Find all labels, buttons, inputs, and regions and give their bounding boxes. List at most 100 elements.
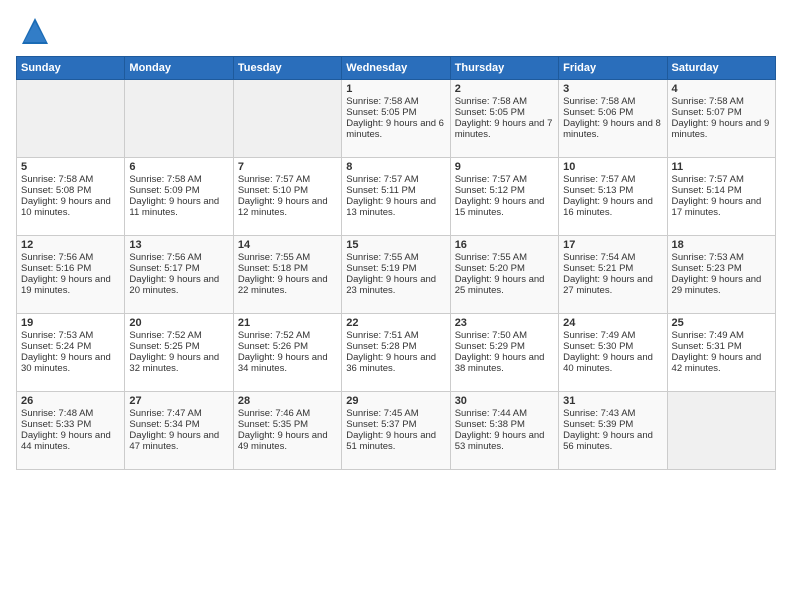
calendar-cell: 30Sunrise: 7:44 AMSunset: 5:38 PMDayligh…: [450, 392, 558, 470]
calendar-cell: 9Sunrise: 7:57 AMSunset: 5:12 PMDaylight…: [450, 158, 558, 236]
calendar-cell: 13Sunrise: 7:56 AMSunset: 5:17 PMDayligh…: [125, 236, 233, 314]
day-header-thursday: Thursday: [450, 57, 558, 80]
day-number: 1: [346, 83, 445, 95]
day-info-line: Sunrise: 7:51 AM: [346, 330, 445, 341]
day-info-line: Sunrise: 7:57 AM: [238, 174, 337, 185]
day-info-line: Sunset: 5:09 PM: [129, 185, 228, 196]
day-info-line: Sunrise: 7:58 AM: [455, 96, 554, 107]
day-info-line: Sunset: 5:18 PM: [238, 263, 337, 274]
calendar-cell: 11Sunrise: 7:57 AMSunset: 5:14 PMDayligh…: [667, 158, 775, 236]
day-info-line: Sunset: 5:25 PM: [129, 341, 228, 352]
calendar-cell: 8Sunrise: 7:57 AMSunset: 5:11 PMDaylight…: [342, 158, 450, 236]
day-info-line: Sunrise: 7:53 AM: [21, 330, 120, 341]
day-info-line: Daylight: 9 hours and 12 minutes.: [238, 196, 337, 218]
day-number: 20: [129, 317, 228, 329]
calendar-cell: 28Sunrise: 7:46 AMSunset: 5:35 PMDayligh…: [233, 392, 341, 470]
day-info-line: Sunrise: 7:58 AM: [129, 174, 228, 185]
day-info-line: Sunset: 5:19 PM: [346, 263, 445, 274]
day-info-line: Sunset: 5:11 PM: [346, 185, 445, 196]
calendar-cell: 15Sunrise: 7:55 AMSunset: 5:19 PMDayligh…: [342, 236, 450, 314]
day-info-line: Daylight: 9 hours and 44 minutes.: [21, 430, 120, 452]
calendar-week-5: 26Sunrise: 7:48 AMSunset: 5:33 PMDayligh…: [17, 392, 776, 470]
calendar-cell: 3Sunrise: 7:58 AMSunset: 5:06 PMDaylight…: [559, 80, 667, 158]
calendar-cell: 16Sunrise: 7:55 AMSunset: 5:20 PMDayligh…: [450, 236, 558, 314]
calendar-cell: 21Sunrise: 7:52 AMSunset: 5:26 PMDayligh…: [233, 314, 341, 392]
day-info-line: Daylight: 9 hours and 36 minutes.: [346, 352, 445, 374]
day-number: 15: [346, 239, 445, 251]
calendar-cell: 22Sunrise: 7:51 AMSunset: 5:28 PMDayligh…: [342, 314, 450, 392]
day-info-line: Sunrise: 7:50 AM: [455, 330, 554, 341]
day-number: 6: [129, 161, 228, 173]
day-number: 25: [672, 317, 771, 329]
calendar-cell: 14Sunrise: 7:55 AMSunset: 5:18 PMDayligh…: [233, 236, 341, 314]
day-info-line: Sunset: 5:28 PM: [346, 341, 445, 352]
day-info-line: Sunset: 5:24 PM: [21, 341, 120, 352]
day-info-line: Sunrise: 7:57 AM: [672, 174, 771, 185]
header: [16, 16, 776, 46]
day-number: 9: [455, 161, 554, 173]
day-info-line: Daylight: 9 hours and 17 minutes.: [672, 196, 771, 218]
day-info-line: Sunset: 5:29 PM: [455, 341, 554, 352]
day-info-line: Sunset: 5:13 PM: [563, 185, 662, 196]
calendar-cell: 18Sunrise: 7:53 AMSunset: 5:23 PMDayligh…: [667, 236, 775, 314]
day-number: 12: [21, 239, 120, 251]
day-info-line: Daylight: 9 hours and 6 minutes.: [346, 118, 445, 140]
day-info-line: Sunset: 5:05 PM: [346, 107, 445, 118]
day-number: 29: [346, 395, 445, 407]
day-info-line: Daylight: 9 hours and 27 minutes.: [563, 274, 662, 296]
calendar-cell: 25Sunrise: 7:49 AMSunset: 5:31 PMDayligh…: [667, 314, 775, 392]
calendar-cell: 1Sunrise: 7:58 AMSunset: 5:05 PMDaylight…: [342, 80, 450, 158]
day-info-line: Sunset: 5:07 PM: [672, 107, 771, 118]
day-number: 18: [672, 239, 771, 251]
day-info-line: Daylight: 9 hours and 30 minutes.: [21, 352, 120, 374]
day-number: 13: [129, 239, 228, 251]
day-number: 31: [563, 395, 662, 407]
day-info-line: Daylight: 9 hours and 25 minutes.: [455, 274, 554, 296]
day-info-line: Sunrise: 7:46 AM: [238, 408, 337, 419]
day-number: 26: [21, 395, 120, 407]
day-info-line: Sunrise: 7:57 AM: [455, 174, 554, 185]
day-number: 19: [21, 317, 120, 329]
day-info-line: Sunset: 5:12 PM: [455, 185, 554, 196]
day-number: 2: [455, 83, 554, 95]
day-info-line: Sunrise: 7:57 AM: [346, 174, 445, 185]
logo-icon: [20, 16, 50, 46]
calendar-cell: 26Sunrise: 7:48 AMSunset: 5:33 PMDayligh…: [17, 392, 125, 470]
day-header-wednesday: Wednesday: [342, 57, 450, 80]
calendar-cell: [17, 80, 125, 158]
day-info-line: Daylight: 9 hours and 7 minutes.: [455, 118, 554, 140]
day-number: 21: [238, 317, 337, 329]
day-info-line: Daylight: 9 hours and 29 minutes.: [672, 274, 771, 296]
day-info-line: Daylight: 9 hours and 8 minutes.: [563, 118, 662, 140]
day-info-line: Sunrise: 7:52 AM: [129, 330, 228, 341]
calendar-cell: 29Sunrise: 7:45 AMSunset: 5:37 PMDayligh…: [342, 392, 450, 470]
day-info-line: Sunrise: 7:48 AM: [21, 408, 120, 419]
calendar-week-4: 19Sunrise: 7:53 AMSunset: 5:24 PMDayligh…: [17, 314, 776, 392]
day-info-line: Sunrise: 7:56 AM: [21, 252, 120, 263]
day-number: 3: [563, 83, 662, 95]
day-info-line: Sunrise: 7:58 AM: [563, 96, 662, 107]
day-info-line: Sunrise: 7:52 AM: [238, 330, 337, 341]
day-info-line: Sunrise: 7:58 AM: [346, 96, 445, 107]
calendar-cell: [667, 392, 775, 470]
day-info-line: Sunrise: 7:47 AM: [129, 408, 228, 419]
calendar-cell: [125, 80, 233, 158]
calendar-cell: 6Sunrise: 7:58 AMSunset: 5:09 PMDaylight…: [125, 158, 233, 236]
day-number: 24: [563, 317, 662, 329]
calendar-cell: 27Sunrise: 7:47 AMSunset: 5:34 PMDayligh…: [125, 392, 233, 470]
calendar-cell: 31Sunrise: 7:43 AMSunset: 5:39 PMDayligh…: [559, 392, 667, 470]
day-info-line: Sunrise: 7:45 AM: [346, 408, 445, 419]
day-info-line: Daylight: 9 hours and 19 minutes.: [21, 274, 120, 296]
day-header-sunday: Sunday: [17, 57, 125, 80]
day-info-line: Sunset: 5:17 PM: [129, 263, 228, 274]
day-info-line: Daylight: 9 hours and 16 minutes.: [563, 196, 662, 218]
day-info-line: Sunset: 5:05 PM: [455, 107, 554, 118]
day-info-line: Sunrise: 7:53 AM: [672, 252, 771, 263]
day-info-line: Sunrise: 7:58 AM: [672, 96, 771, 107]
day-info-line: Sunset: 5:31 PM: [672, 341, 771, 352]
day-info-line: Sunset: 5:39 PM: [563, 419, 662, 430]
day-number: 16: [455, 239, 554, 251]
day-header-friday: Friday: [559, 57, 667, 80]
day-info-line: Daylight: 9 hours and 53 minutes.: [455, 430, 554, 452]
day-header-saturday: Saturday: [667, 57, 775, 80]
